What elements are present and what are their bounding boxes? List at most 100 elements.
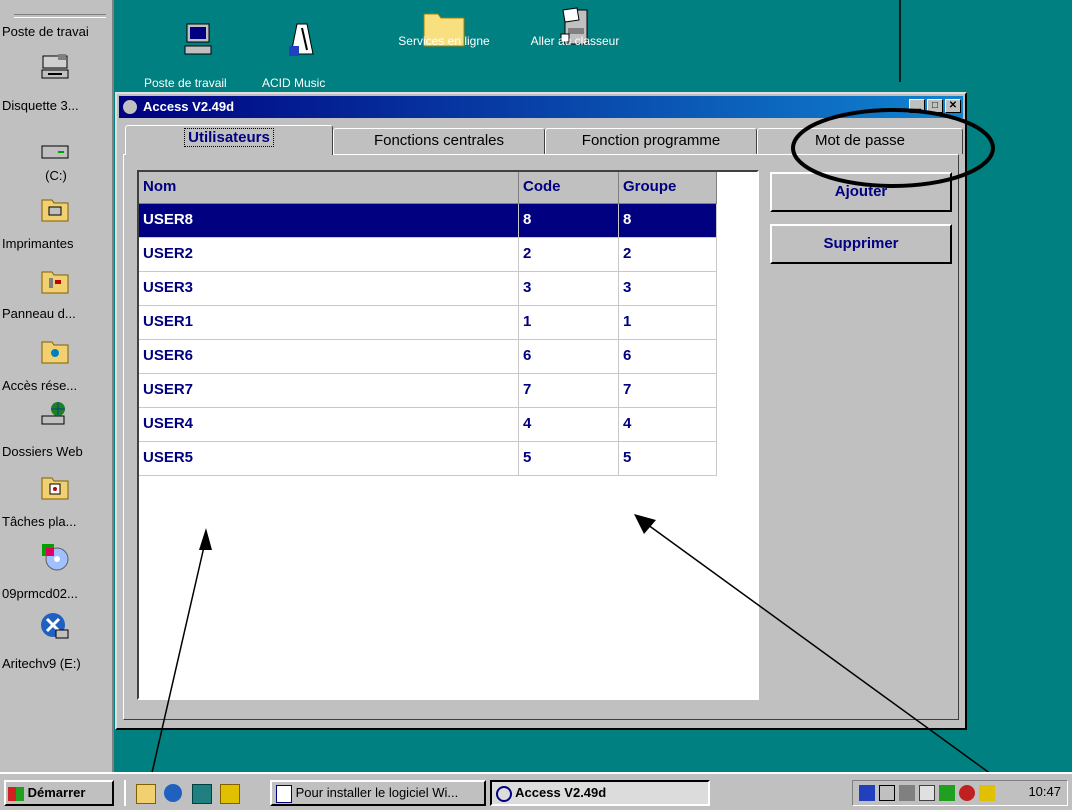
web-folder-icon [41, 402, 65, 425]
edit-icon[interactable] [136, 784, 156, 804]
delete-button[interactable]: Supprimer [770, 224, 952, 264]
sidebar-item-label: Dossiers Web [2, 444, 83, 459]
sidebar-item-label: Disquette 3... [2, 98, 79, 113]
desktop-icon-services[interactable]: Services en ligne [384, 10, 504, 48]
sidebar-item-label: (C:) [45, 168, 67, 183]
cell-groupe: 7 [619, 374, 717, 408]
cell-nom: USER5 [139, 442, 519, 476]
sidebar-divider [14, 14, 106, 18]
access-app-icon [496, 785, 512, 802]
tab-utilisateurs[interactable]: Utilisateurs [125, 125, 333, 155]
drive-icon [41, 613, 69, 639]
network-icon[interactable] [919, 785, 935, 801]
taskbar-button-label: Access V2.49d [515, 785, 607, 800]
column-header-nom[interactable]: Nom [139, 172, 519, 204]
sidebar-item-label: Poste de travai [2, 24, 89, 39]
network-folder-icon [41, 341, 69, 364]
cell-code: 8 [519, 204, 619, 238]
taskbar-button-access[interactable]: Access V2.49d [490, 780, 710, 806]
cell-code: 6 [519, 340, 619, 374]
users-table[interactable]: Nom Code Groupe USER8 8 8 USER2 2 2 USER… [137, 170, 759, 700]
cd-icon [42, 544, 69, 571]
maximize-button[interactable]: □ [927, 99, 943, 113]
word-doc-icon [276, 784, 292, 803]
tab-label: Fonctions centrales [373, 132, 505, 149]
floppy-icon [41, 54, 69, 79]
tab-fonction-programme[interactable]: Fonction programme [545, 128, 757, 154]
user-icon[interactable] [979, 785, 995, 801]
windows-logo-icon [8, 786, 24, 801]
desktop-icon-label: Poste de travail [144, 76, 227, 90]
cell-groupe: 8 [619, 204, 717, 238]
desktop-sidebar: Poste de travai Disquette 3... (C:) Impr… [0, 0, 114, 772]
desktop-icon-poste[interactable]: Poste de travail [144, 22, 252, 90]
tab-label: Fonction programme [581, 132, 721, 149]
system-tray: 10:47 [852, 780, 1068, 806]
tab-label: Utilisateurs [184, 128, 274, 147]
taskbar: Démarrer Pour installer le logiciel Wi..… [0, 772, 1072, 810]
control-panel-icon [41, 271, 69, 294]
sidebar-item-label: Accès rése... [2, 378, 78, 393]
metronome-icon [289, 23, 314, 56]
cell-nom: USER4 [139, 408, 519, 442]
clock[interactable]: 10:47 [1028, 784, 1061, 799]
monitor-icon[interactable] [879, 785, 895, 801]
column-header-code[interactable]: Code [519, 172, 619, 204]
tab-mot-de-passe[interactable]: Mot de passe [757, 128, 963, 154]
desktop-icon[interactable] [192, 784, 212, 804]
cell-code: 1 [519, 306, 619, 340]
hard-drive-icon [41, 145, 69, 159]
cell-code: 7 [519, 374, 619, 408]
sidebar-item-label: Imprimantes [2, 236, 74, 251]
sidebar-item-label: 09prmcd02... [2, 586, 78, 601]
close-button[interactable]: ✕ [945, 99, 961, 113]
sidebar-item-label: Tâches pla... [2, 514, 77, 529]
window-titlebar[interactable]: Access V2.49d ▁ □ ✕ [119, 96, 963, 118]
cell-code: 5 [519, 442, 619, 476]
scheduled-tasks-icon [41, 477, 69, 500]
scheduler-icon[interactable] [939, 785, 955, 801]
printer-folder-icon [41, 199, 69, 222]
start-button[interactable]: Démarrer [4, 780, 114, 806]
add-button[interactable]: Ajouter [770, 172, 952, 212]
desktop-icon-classeur[interactable]: Aller au classeur [520, 6, 630, 48]
cell-groupe: 5 [619, 442, 717, 476]
desktop-icon-label: ACID Music [262, 76, 326, 90]
desktop-icon-label: Aller au classeur [530, 34, 620, 48]
app-icon [122, 99, 138, 115]
cell-groupe: 6 [619, 340, 717, 374]
taskbar-button-label: Pour installer le logiciel Wi... [295, 785, 459, 800]
cell-groupe: 2 [619, 238, 717, 272]
window-title: Access V2.49d [143, 99, 235, 114]
cell-nom: USER6 [139, 340, 519, 374]
quick-launch [124, 780, 256, 806]
column-header-groupe[interactable]: Groupe [619, 172, 717, 204]
cell-groupe: 3 [619, 272, 717, 306]
cell-groupe: 4 [619, 408, 717, 442]
cell-code: 2 [519, 238, 619, 272]
access-window: Access V2.49d ▁ □ ✕ Utilisateurs Fonctio… [115, 92, 967, 730]
warning-icon[interactable] [220, 784, 240, 804]
tab-label: Mot de passe [814, 132, 906, 149]
cell-groupe: 1 [619, 306, 717, 340]
minimize-button[interactable]: ▁ [909, 99, 925, 113]
desktop-icon-label: Services en ligne [398, 34, 490, 48]
taskbar-button-word[interactable]: Pour installer le logiciel Wi... [270, 780, 486, 806]
computer-icon [184, 23, 212, 55]
cell-nom: USER2 [139, 238, 519, 272]
shield-icon[interactable] [859, 785, 875, 801]
ie-icon[interactable] [164, 784, 182, 802]
tab-fonctions-centrales[interactable]: Fonctions centrales [333, 128, 545, 154]
sidebar-item-label: Aritechv9 (E:) [2, 656, 81, 671]
start-label: Démarrer [27, 785, 86, 800]
cell-code: 4 [519, 408, 619, 442]
cell-code: 3 [519, 272, 619, 306]
cell-nom: USER8 [139, 204, 519, 238]
magnifier-icon[interactable] [959, 785, 975, 801]
cell-nom: USER1 [139, 306, 519, 340]
cell-nom: USER3 [139, 272, 519, 306]
volume-icon[interactable] [899, 785, 915, 801]
desktop-icon-acid[interactable]: ACID Music [262, 22, 342, 90]
sidebar-item-label: Panneau d... [2, 306, 76, 321]
cell-nom: USER7 [139, 374, 519, 408]
